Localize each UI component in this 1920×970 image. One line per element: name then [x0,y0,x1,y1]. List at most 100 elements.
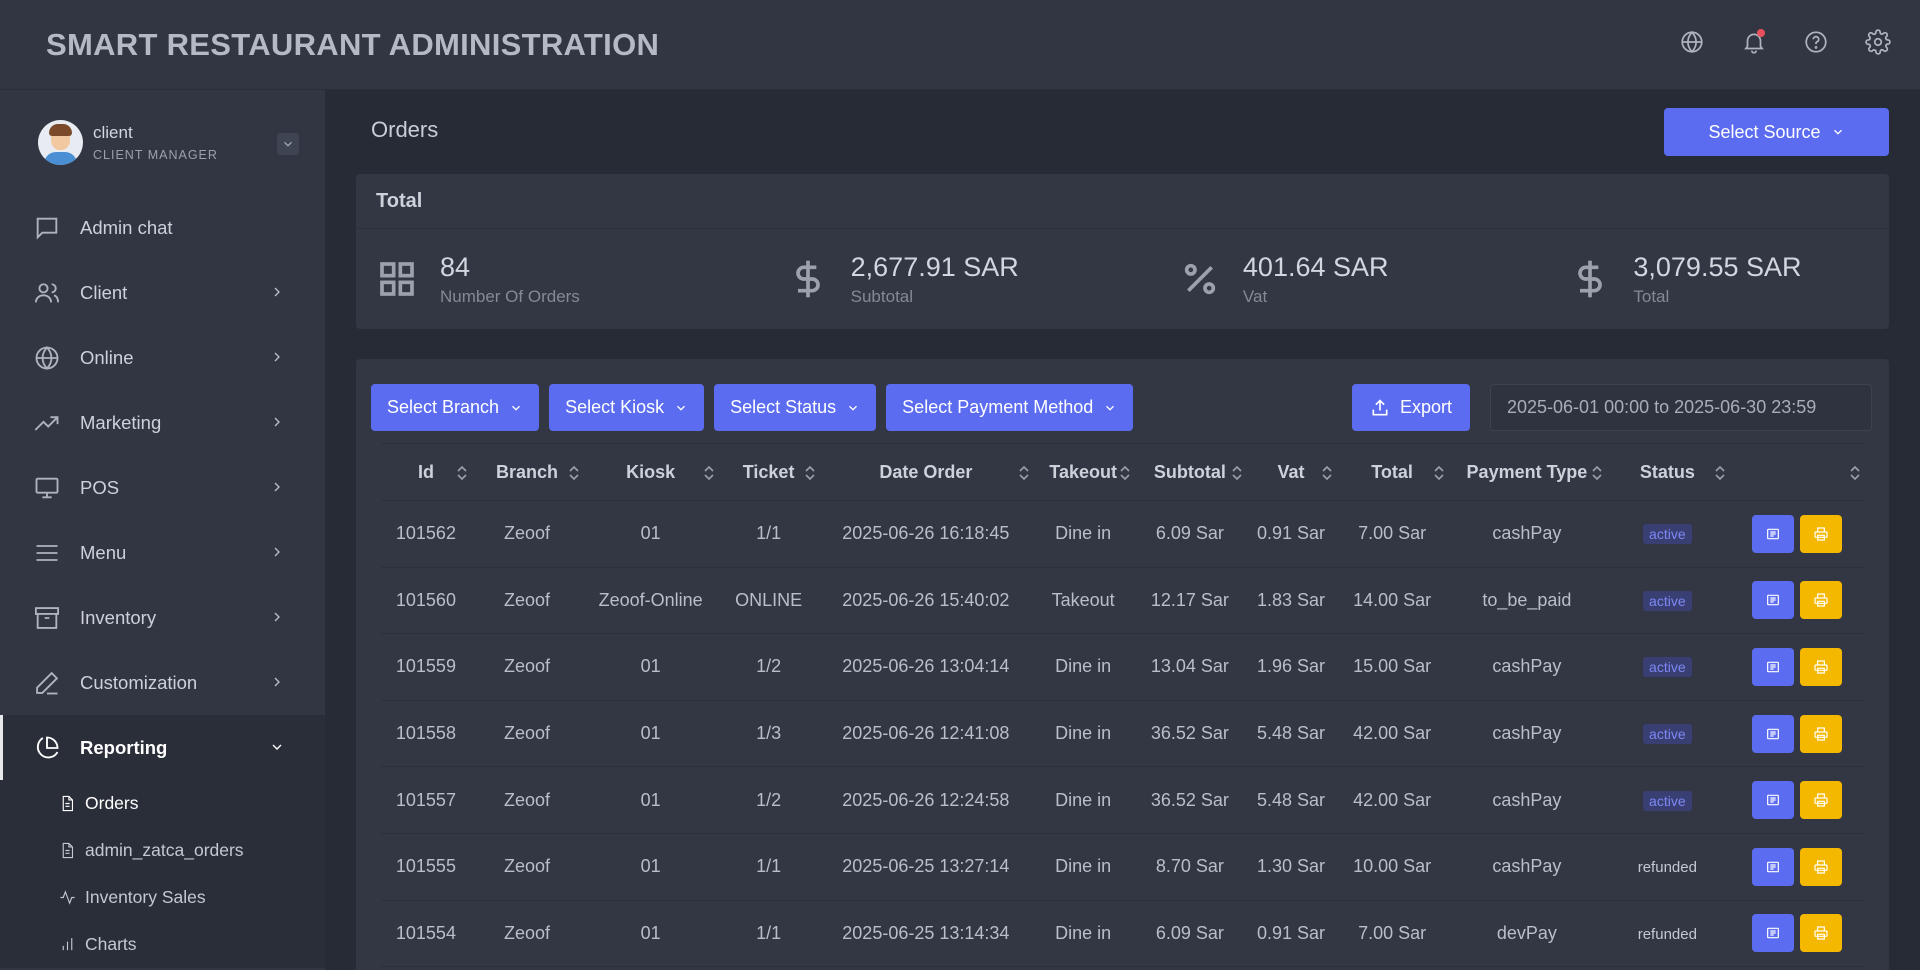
print-button[interactable] [1799,581,1842,620]
sidebar-item-online[interactable]: Online [0,325,325,390]
column-header-subtotal[interactable]: Subtotal [1133,443,1247,501]
trend-icon [32,408,62,438]
print-button[interactable] [1799,914,1842,953]
table-row[interactable]: 101560 Zeoof Zeoof-Online ONLINE 2025-06-26 … [381,567,1864,635]
notification-dot [1757,29,1765,37]
status-badge: active [1643,524,1692,545]
cell-takeout: Dine in [1032,633,1134,701]
cell-subtotal: 13.04 Sar [1133,633,1247,701]
sort-icon[interactable] [1017,465,1031,481]
sidebar-item-admin-chat[interactable]: Admin chat [0,195,325,260]
sort-icon[interactable] [1848,465,1862,481]
sort-icon[interactable] [1713,465,1727,481]
chevron-down-icon [849,405,858,411]
actions-cell [1729,500,1864,568]
sidebar-subitem-orders[interactable]: Orders [0,780,325,827]
select-source-dropdown[interactable]: Select Source [1664,108,1889,156]
view-receipt-button[interactable] [1751,714,1794,753]
sort-icon[interactable] [1320,465,1334,481]
select-branch-dropdown[interactable]: Select Branch [371,384,540,431]
table-row[interactable]: 101554 Zeoof 01 1/1 2025-06-25 13:14:34 Dine … [381,900,1864,968]
column-header-status[interactable]: Status [1605,443,1730,501]
view-receipt-button[interactable] [1751,581,1794,620]
cell-kiosk: 01 [583,500,719,568]
select-payment-method-dropdown[interactable]: Select Payment Method [886,384,1134,431]
sidebar-subitem-admin-zatca-orders[interactable]: admin_zatca_orders [0,827,325,874]
cell-payment-type: cashPay [1448,500,1606,568]
chevron-right-icon [269,414,285,430]
table-row[interactable]: 101562 Zeoof 01 1/1 2025-06-26 16:18:45 Dine … [381,500,1864,568]
sort-icon[interactable] [1432,465,1446,481]
select-kiosk-dropdown[interactable]: Select Kiosk [549,384,705,431]
cell-branch: Zeoof [470,567,584,635]
receipt-icon [1766,595,1779,606]
top-bar: SMART RESTAURANT ADMINISTRATION [0,0,1920,90]
select-status-dropdown[interactable]: Select Status [714,384,877,431]
column-header-payment-type[interactable]: Payment Type [1448,443,1606,501]
globe-icon[interactable] [1678,28,1706,56]
sidebar-item-pos[interactable]: POS [0,455,325,520]
column-header-branch[interactable]: Branch [470,443,584,501]
table-row[interactable]: 101559 Zeoof 01 1/2 2025-06-26 13:04:14 Dine … [381,633,1864,701]
printer-icon [1813,926,1828,940]
column-header-takeout[interactable]: Takeout [1032,443,1134,501]
column-header-actions[interactable] [1729,443,1864,501]
sort-icon[interactable] [567,465,581,481]
sort-icon[interactable] [455,465,469,481]
table-row[interactable]: 101558 Zeoof 01 1/3 2025-06-26 12:41:08 Dine … [381,700,1864,768]
sort-icon[interactable] [1230,465,1244,481]
print-button[interactable] [1799,781,1842,820]
column-header-kiosk[interactable]: Kiosk [583,443,719,501]
printer-icon [1813,527,1828,541]
view-receipt-button[interactable] [1751,847,1794,886]
sidebar-subitem-charts[interactable]: Charts [0,921,325,968]
sort-icon[interactable] [1590,465,1604,481]
sidebar-item-inventory[interactable]: Inventory [0,585,325,650]
gear-icon[interactable] [1864,28,1892,56]
select-status-label: Select Status [730,397,837,417]
sort-icon[interactable] [803,465,817,481]
view-receipt-button[interactable] [1751,514,1794,553]
table-row[interactable]: 101557 Zeoof 01 1/2 2025-06-26 12:24:58 Dine … [381,766,1864,834]
column-header-date-order[interactable]: Date Order [819,443,1033,501]
cell-vat: 1.83 Sar [1246,567,1336,635]
sidebar-item-reporting[interactable]: Reporting [0,715,325,780]
sort-icon[interactable] [1118,465,1132,481]
sidebar-subitem-inventory-sales[interactable]: Inventory Sales [0,874,325,921]
view-receipt-button[interactable] [1751,914,1794,953]
cell-id: 101558 [381,700,471,768]
stat-subtotal: 2,677.91 SAR Subtotal [739,229,1122,329]
cell-payment-type: cashPay [1448,700,1606,768]
help-icon[interactable] [1802,28,1830,56]
profile-role: CLIENT MANAGER [93,148,218,162]
pen-icon [32,668,62,698]
view-receipt-button[interactable] [1751,781,1794,820]
view-receipt-button[interactable] [1751,647,1794,686]
print-button[interactable] [1799,714,1842,753]
table-row[interactable]: 101555 Zeoof 01 1/1 2025-06-25 13:27:14 Dine … [381,833,1864,901]
sort-icon[interactable] [702,465,716,481]
column-header-total[interactable]: Total [1335,443,1449,501]
date-range-picker[interactable]: 2025-06-01 00:00 to 2025-06-30 23:59 [1490,384,1872,431]
chevron-right-icon [269,674,285,690]
header-actions [1678,28,1892,56]
avatar [38,120,83,165]
sidebar-item-client[interactable]: Client [0,260,325,325]
cell-ticket: 1/2 [718,766,820,834]
print-button[interactable] [1799,847,1842,886]
column-header-vat[interactable]: Vat [1246,443,1336,501]
chevron-right-icon [269,349,285,365]
export-button[interactable]: Export [1352,384,1470,431]
sidebar-item-customization[interactable]: Customization [0,650,325,715]
print-button[interactable] [1799,514,1842,553]
column-header-id[interactable]: Id [381,443,471,501]
bell-icon[interactable] [1740,28,1768,56]
sidebar-item-label: Inventory [80,606,157,628]
column-header-ticket[interactable]: Ticket [718,443,820,501]
profile-dropdown-toggle[interactable] [277,133,299,155]
sidebar-item-menu[interactable]: Menu [0,520,325,585]
actions-cell [1729,766,1864,834]
menu-icon [32,538,62,568]
sidebar-item-marketing[interactable]: Marketing [0,390,325,455]
print-button[interactable] [1799,647,1842,686]
